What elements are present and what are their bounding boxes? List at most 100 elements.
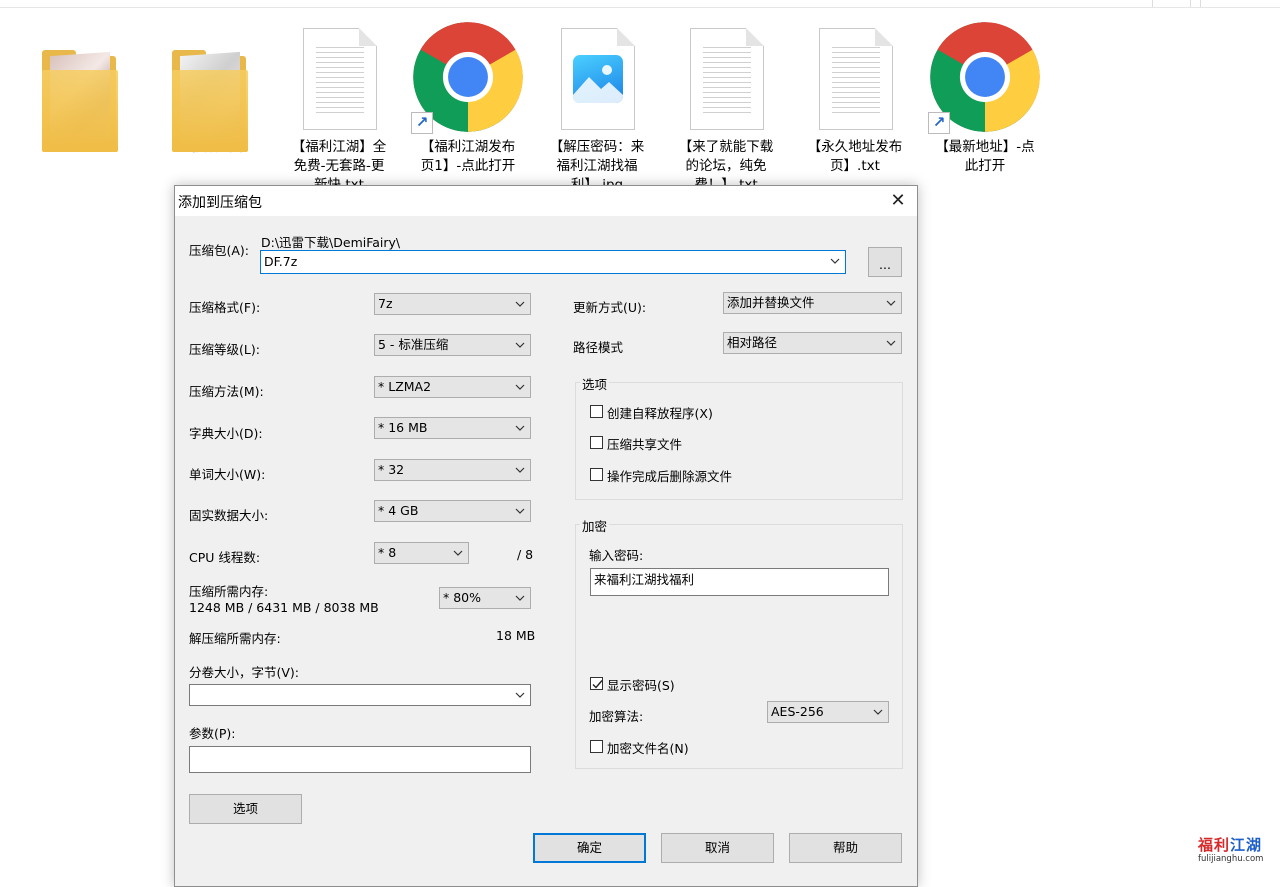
checkmark-icon [592, 680, 603, 689]
split-label: 分卷大小，字节(V): [189, 665, 300, 680]
solid-select[interactable]: * 4 GB [374, 500, 531, 522]
solid-value: * 4 GB [378, 503, 419, 518]
chevron-down-icon [452, 543, 464, 563]
method-label: 压缩方法(M): [189, 384, 264, 399]
method-value: * LZMA2 [378, 379, 432, 394]
checkbox-box[interactable] [590, 677, 603, 690]
file-name: 【最新地址】-点 此打开 [935, 139, 1035, 174]
file-name: 【永久地址发布 页】.txt [807, 139, 903, 174]
threads-value: * 8 [378, 545, 397, 560]
chevron-down-icon [885, 333, 897, 353]
file-item-short-video[interactable]: 短视频+图 [148, 20, 272, 157]
folder-icon [148, 20, 272, 152]
file-item-password-jpg[interactable]: 【解压密码：来 福利江湖找福 利】.jpg [535, 20, 659, 195]
method-select[interactable]: * LZMA2 [374, 376, 531, 398]
update-mode-value: 添加并替换文件 [727, 295, 815, 310]
memory-usage-value: * 80% [443, 590, 482, 605]
file-item-dtw[interactable]: DTW [20, 20, 144, 157]
chevron-down-icon [872, 702, 884, 722]
checkbox-box[interactable] [590, 436, 603, 449]
options-button[interactable]: 选项 [189, 794, 302, 824]
archive-name-combo[interactable]: DF.7z [260, 250, 846, 274]
checkbox-box[interactable] [590, 468, 603, 481]
file-item-txt-free[interactable]: 【福利江湖】全 免费-无套路-更 新快.txt [277, 20, 401, 195]
shortcut-arrow-icon: ↗ [411, 112, 433, 134]
password-input[interactable]: 来福利江湖找福利 [590, 568, 889, 596]
encryption-method-select[interactable]: AES-256 [767, 701, 889, 723]
toolbar-separator [1190, 0, 1191, 7]
file-item-chrome-publish[interactable]: ↗ 【福利江湖发布 页1】-点此打开 [406, 20, 530, 176]
close-icon[interactable]: ✕ [879, 188, 917, 214]
threads-label: CPU 线程数: [189, 550, 261, 565]
file-item-txt-forum[interactable]: 【来了就能下载 的论坛，纯免 费！】.txt [664, 20, 788, 195]
toolbar-separator [1200, 0, 1201, 7]
memory-detail: 1248 MB / 6431 MB / 8038 MB [189, 600, 379, 615]
path-mode-label: 路径模式 [573, 340, 624, 355]
checkbox-box[interactable] [590, 405, 603, 418]
explorer-top-strip [0, 0, 1280, 8]
help-button[interactable]: 帮助 [789, 833, 902, 863]
chrome-icon: ↗ [406, 20, 530, 138]
file-name: 【福利江湖发布 页1】-点此打开 [420, 139, 516, 174]
decompress-memory-label: 解压缩所需内存: [189, 631, 281, 646]
memory-usage-select[interactable]: * 80% [439, 587, 531, 609]
image-file-icon [535, 20, 659, 138]
archive-label: 压缩包(A): [189, 243, 250, 258]
show-password-label: 显示密码(S) [607, 678, 675, 693]
delete-after-label: 操作完成后删除源文件 [607, 469, 733, 484]
create-sfx-label: 创建自释放程序(X) [607, 406, 713, 421]
text-file-icon [277, 20, 401, 138]
chevron-down-icon [829, 251, 841, 271]
cancel-button[interactable]: 取消 [661, 833, 774, 863]
dictionary-value: * 16 MB [378, 420, 428, 435]
watermark-url: fulijianghu.com [1198, 854, 1264, 864]
chrome-icon: ↗ [923, 20, 1047, 138]
file-item-txt-permanent[interactable]: 【永久地址发布 页】.txt [793, 20, 917, 176]
params-input[interactable] [189, 746, 531, 773]
chevron-down-icon [514, 294, 526, 314]
watermark-logo: 福利江湖 fulijianghu.com [1198, 834, 1274, 866]
decompress-memory-value: 18 MB [496, 628, 536, 643]
archive-path: D:\迅雷下载\DemiFairy\ [261, 235, 401, 250]
threads-max: / 8 [517, 547, 534, 562]
level-select[interactable]: 5 - 标准压缩 [374, 334, 531, 356]
chevron-down-icon [885, 293, 897, 313]
options-group-title: 选项 [580, 374, 610, 393]
level-label: 压缩等级(L): [189, 342, 260, 357]
solid-label: 固实数据大小: [189, 508, 269, 523]
add-to-archive-dialog: 添加到压缩包 ✕ 压缩包(A): D:\迅雷下载\DemiFairy\ DF.7… [174, 185, 918, 887]
format-value: 7z [378, 296, 393, 311]
word-select[interactable]: * 32 [374, 459, 531, 481]
params-label: 参数(P): [189, 726, 236, 741]
split-volume-combo[interactable] [189, 684, 531, 706]
memory-label: 压缩所需内存: [189, 584, 269, 599]
dialog-title: 添加到压缩包 [178, 195, 262, 211]
word-value: * 32 [378, 462, 405, 477]
dialog-titlebar[interactable]: 添加到压缩包 ✕ [175, 186, 917, 216]
chevron-down-icon [514, 501, 526, 521]
chevron-down-icon [514, 460, 526, 480]
browse-button[interactable]: ... [868, 247, 902, 277]
ok-button[interactable]: 确定 [533, 833, 646, 863]
file-item-chrome-latest[interactable]: ↗ 【最新地址】-点 此打开 [923, 20, 1047, 176]
chevron-down-icon [514, 377, 526, 397]
checkbox-box[interactable] [590, 740, 603, 753]
text-file-icon [793, 20, 917, 138]
chevron-down-icon [514, 335, 526, 355]
format-label: 压缩格式(F): [189, 300, 261, 315]
dictionary-select[interactable]: * 16 MB [374, 417, 531, 439]
folder-icon [20, 20, 144, 152]
watermark-text: 福利江湖 [1198, 836, 1263, 854]
encryption-method-label: 加密算法: [589, 709, 644, 724]
format-select[interactable]: 7z [374, 293, 531, 315]
chevron-down-icon [514, 418, 526, 438]
path-mode-select[interactable]: 相对路径 [723, 332, 902, 354]
threads-select[interactable]: * 8 [374, 542, 469, 564]
options-group: 选项 创建自释放程序(X) 压缩共享文件 操作完成后删除源文件 [575, 374, 903, 500]
level-value: 5 - 标准压缩 [378, 337, 449, 352]
update-mode-select[interactable]: 添加并替换文件 [723, 292, 902, 314]
encryption-method-value: AES-256 [771, 704, 824, 719]
update-mode-label: 更新方式(U): [573, 300, 647, 315]
shortcut-arrow-icon: ↗ [928, 112, 950, 134]
dictionary-label: 字典大小(D): [189, 426, 263, 441]
